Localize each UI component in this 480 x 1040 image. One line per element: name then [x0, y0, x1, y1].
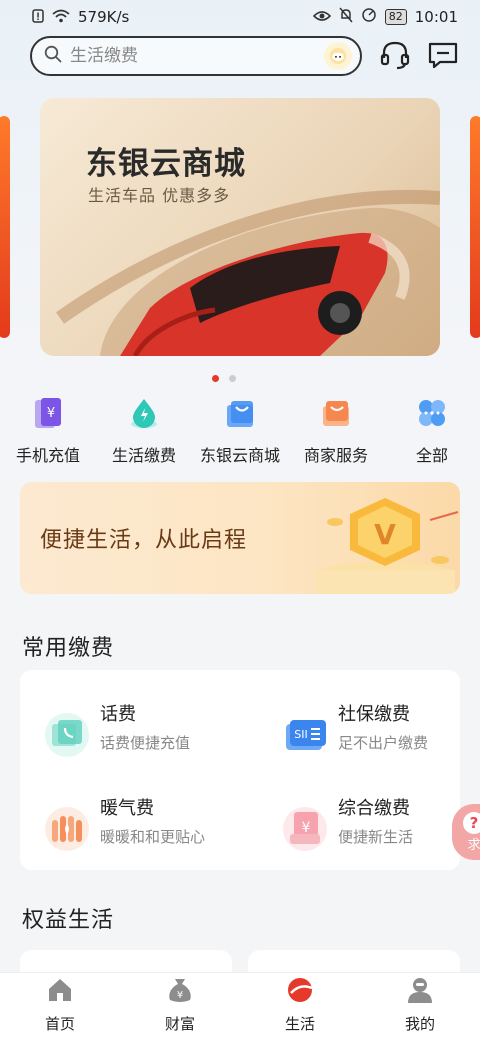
tab-profile[interactable]: 我的 — [360, 973, 480, 1040]
battery-level: 82 — [384, 9, 407, 25]
merchant-icon — [323, 401, 349, 426]
payment-subtitle: 暖暖和和更贴心 — [100, 828, 206, 846]
mute-bell-icon — [339, 7, 353, 27]
carousel-dot-active — [212, 375, 219, 382]
quick-item-label: 商家服务 — [303, 446, 368, 465]
section-title-common-payments: 常用缴费 — [22, 636, 115, 661]
car-illustration — [55, 189, 440, 356]
tab-label: 我的 — [404, 1015, 435, 1033]
status-bar: 579K/s 82 10:01 — [0, 0, 480, 34]
tab-label: 首页 — [44, 1015, 75, 1033]
search-bar[interactable] — [30, 36, 362, 76]
quick-menu: ¥ 手机充值 生活缴费 东银云商城 商家服务 全部 — [0, 396, 480, 466]
carousel-indicator — [212, 375, 236, 382]
svg-text:V: V — [374, 518, 396, 551]
sim-alert-icon — [32, 8, 44, 26]
payment-title: 综合缴费 — [338, 798, 410, 819]
quick-item-merchant[interactable]: 商家服务 — [286, 396, 386, 466]
payment-title: 话费 — [100, 704, 136, 725]
all-apps-icon — [419, 400, 445, 426]
tab-wealth[interactable]: ¥ 财富 — [120, 973, 240, 1040]
network-speed: 579K/s — [78, 8, 130, 26]
payment-item-heating[interactable]: 暖气费 暖暖和和更贴心 — [20, 792, 220, 862]
quick-item-label: 手机充值 — [15, 446, 80, 465]
shopping-bag-icon — [227, 401, 253, 427]
clock: 10:01 — [414, 8, 458, 26]
svg-text:¥: ¥ — [302, 820, 311, 836]
quick-item-phone-recharge[interactable]: ¥ 手机充值 — [0, 396, 98, 466]
payment-title: 社保缴费 — [338, 704, 410, 725]
vip-badge-illustration: V — [315, 498, 459, 594]
home-icon — [49, 979, 71, 1001]
profile-icon — [408, 978, 432, 1003]
quick-item-all[interactable]: 全部 — [382, 396, 480, 466]
question-icon: ? — [463, 811, 480, 834]
quick-item-mall[interactable]: 东银云商城 — [190, 396, 290, 466]
mascot-icon[interactable] — [324, 42, 352, 70]
wifi-icon — [52, 9, 70, 26]
banner-title: 东银云商城 — [86, 146, 246, 182]
data-saver-icon — [361, 7, 377, 27]
eye-icon — [312, 8, 331, 26]
payment-title: 暖气费 — [100, 798, 154, 819]
tab-label: 财富 — [164, 1015, 195, 1033]
quick-item-label: 生活缴费 — [111, 446, 176, 465]
phone-recharge-icon: ¥ — [35, 398, 61, 428]
banner-next-peek[interactable] — [470, 116, 480, 338]
message-icon[interactable] — [426, 38, 460, 72]
payment-subtitle: 足不出户缴费 — [338, 734, 429, 752]
tab-home[interactable]: 首页 — [0, 973, 120, 1040]
quick-item-label: 全部 — [415, 446, 448, 465]
wealth-icon: ¥ — [169, 979, 191, 1002]
banner-carousel[interactable]: 东银云商城 生活车品 优惠多多 — [40, 98, 440, 356]
water-drop-icon — [131, 399, 157, 428]
search-row — [0, 34, 480, 78]
floating-help-label: 求 — [467, 837, 480, 853]
svg-text:¥: ¥ — [177, 990, 183, 1001]
social-security-icon: SII — [286, 720, 326, 750]
payment-item-general[interactable]: ¥ 综合缴费 便捷新生活 — [258, 792, 458, 862]
common-payments-card: 话费 话费便捷充值 SII 社保缴费 足不出户缴费 暖气费 暖暖和和更贴心 ¥ … — [20, 670, 460, 870]
svg-text:SII: SII — [294, 728, 307, 741]
banner-subtitle: 生活车品 优惠多多 — [88, 186, 231, 205]
general-payment-icon: ¥ — [283, 807, 327, 851]
promo-banner[interactable]: 便捷生活，从此启程 V — [20, 482, 460, 594]
promo-text: 便捷生活，从此启程 — [40, 528, 248, 553]
phone-bill-icon — [45, 713, 89, 757]
life-icon — [288, 978, 313, 1002]
tab-label: 生活 — [284, 1015, 315, 1033]
banner-prev-peek[interactable] — [0, 116, 10, 338]
tab-life[interactable]: 生活 — [240, 973, 360, 1040]
bottom-tab-bar: 首页 ¥ 财富 生活 我的 — [0, 972, 480, 1040]
floating-help-button[interactable]: ? 求 — [452, 804, 480, 860]
payment-subtitle: 便捷新生活 — [338, 828, 414, 846]
search-input[interactable] — [70, 46, 300, 66]
headset-icon[interactable] — [378, 38, 412, 72]
payment-item-phone-bill[interactable]: 话费 话费便捷充值 — [20, 698, 220, 768]
carousel-dot — [229, 375, 236, 382]
search-icon — [44, 45, 62, 67]
payment-item-social-security[interactable]: SII 社保缴费 足不出户缴费 — [258, 698, 458, 768]
svg-text:¥: ¥ — [47, 406, 55, 421]
payment-subtitle: 话费便捷充值 — [100, 734, 191, 752]
quick-item-label: 东银云商城 — [199, 446, 280, 465]
quick-item-utility-payment[interactable]: 生活缴费 — [94, 396, 194, 466]
heating-icon — [45, 807, 89, 851]
section-title-benefits: 权益生活 — [22, 908, 115, 933]
